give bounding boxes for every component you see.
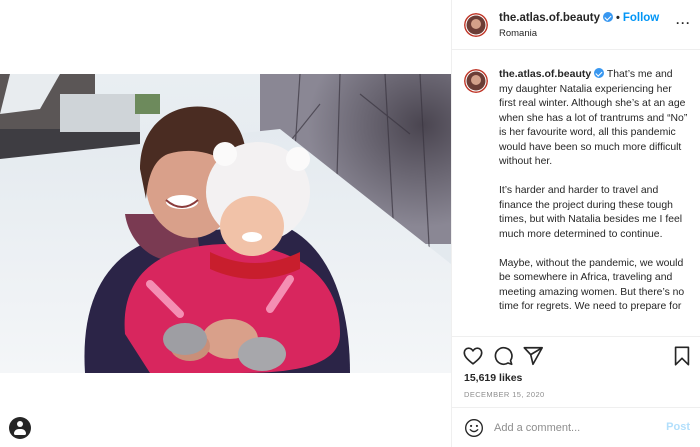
header-username-row: the.atlas.of.beauty • Follow xyxy=(499,12,659,24)
follow-button[interactable]: Follow xyxy=(623,12,659,24)
caption-paragraph-3: Maybe, without the pandemic, we would be… xyxy=(499,257,685,313)
media-pane xyxy=(0,0,451,447)
more-options-icon[interactable]: ··· xyxy=(676,16,691,30)
bookmark-icon[interactable] xyxy=(671,345,693,367)
caption-username-link[interactable]: the.atlas.of.beauty xyxy=(499,68,591,80)
post-date[interactable]: DECEMBER 15, 2020 xyxy=(464,390,545,399)
avatar[interactable] xyxy=(464,13,488,37)
post-caption: the.atlas.of.beauty That’s me and my dau… xyxy=(499,67,689,329)
profile-icon[interactable] xyxy=(9,417,31,439)
post-photo-image xyxy=(0,74,451,373)
verified-badge-icon xyxy=(594,68,605,78)
share-icon[interactable] xyxy=(522,345,544,367)
emoji-icon[interactable] xyxy=(464,418,484,438)
caption-paragraph-1: the.atlas.of.beauty That’s me and my dau… xyxy=(499,67,689,170)
heart-icon[interactable] xyxy=(462,345,484,367)
caption-text-1: That’s me and my daughter Natalia experi… xyxy=(499,69,688,167)
location-link[interactable]: Romania xyxy=(499,28,537,39)
post-comment-button[interactable]: Post xyxy=(666,421,690,433)
post-side-panel: the.atlas.of.beauty • Follow Romania ··· t… xyxy=(451,0,700,447)
comment-icon[interactable] xyxy=(492,345,514,367)
caption-paragraph-2: It’s harder and harder to travel and fin… xyxy=(499,185,683,240)
caption-avatar-image xyxy=(464,69,488,93)
avatar-image xyxy=(464,13,488,37)
separator-dot: • xyxy=(615,12,620,24)
caption-scroll-area[interactable]: the.atlas.of.beauty That’s me and my dau… xyxy=(452,51,700,335)
post-photo[interactable] xyxy=(0,74,451,373)
username-link[interactable]: the.atlas.of.beauty xyxy=(499,12,600,24)
like-count[interactable]: 15,619 likes xyxy=(464,372,522,384)
comment-input[interactable] xyxy=(494,419,654,437)
comment-bar: Post xyxy=(452,407,700,447)
post-header: the.atlas.of.beauty • Follow Romania ··· xyxy=(452,0,700,50)
caption-avatar[interactable] xyxy=(464,69,488,93)
verified-badge-icon xyxy=(602,12,613,22)
post-actions: 15,619 likes DECEMBER 15, 2020 Post xyxy=(452,336,700,447)
